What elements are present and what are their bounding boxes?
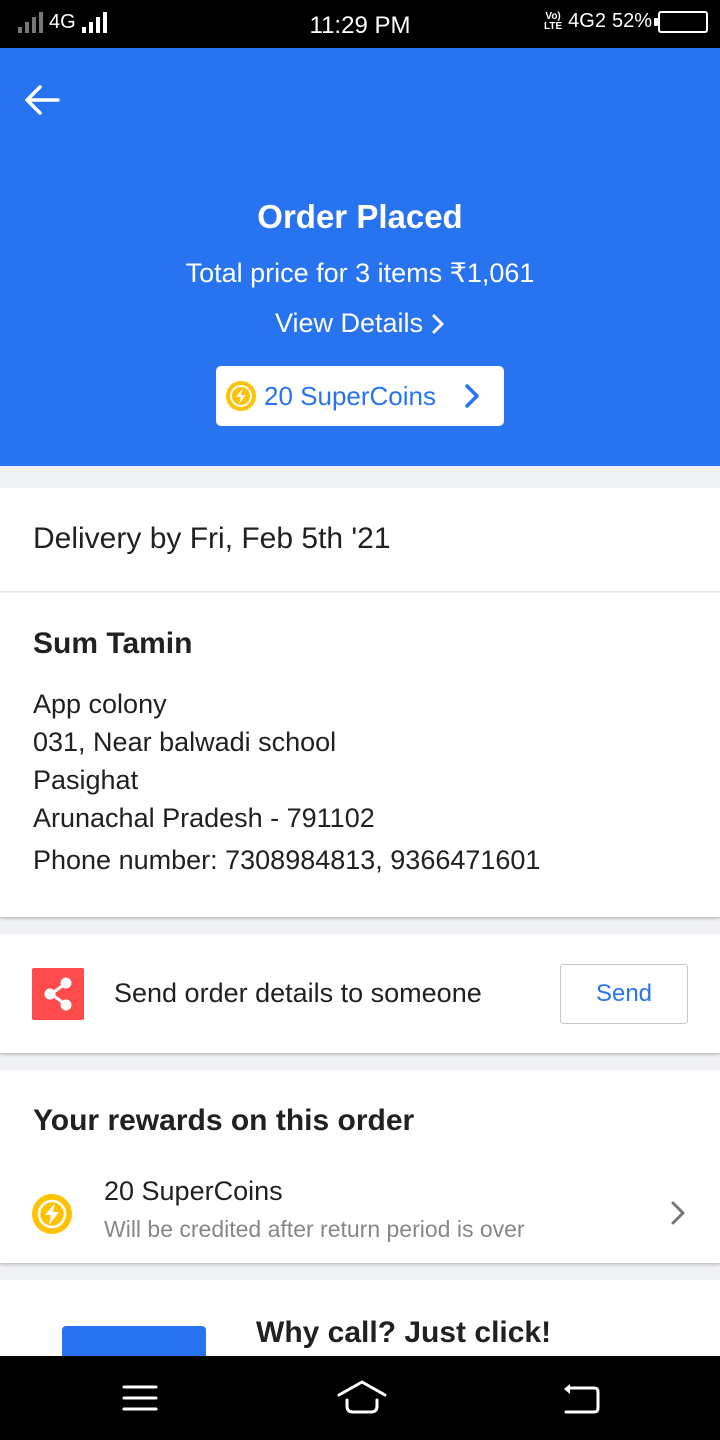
share-icon [32, 968, 84, 1020]
volte-top: Vo) [545, 10, 561, 22]
back-nav-button[interactable] [558, 1378, 602, 1418]
address-line: App colony [33, 689, 167, 719]
recipient-name: Sum Tamin [33, 627, 193, 660]
address-card: Sum Tamin App colony 031, Near balwadi s… [0, 593, 720, 917]
back-button[interactable] [20, 78, 64, 122]
send-button[interactable]: Send [560, 964, 688, 1024]
promo-card: Why call? Just click! [0, 1280, 720, 1356]
status-bar: 4G 11:29 PM Vo) LTE 4G2 52% [0, 0, 720, 48]
supercoin-icon [32, 1194, 72, 1234]
order-summary-hero: Order Placed Total price for 3 items ₹1,… [0, 152, 720, 466]
order-total-text: Total price for 3 items ₹1,061 [185, 258, 535, 288]
view-details-link[interactable]: View Details [0, 308, 720, 339]
rewards-title: Your rewards on this order [33, 1104, 415, 1137]
share-order-card: Send order details to someone Send [0, 934, 720, 1053]
chevron-right-icon [465, 384, 479, 408]
order-status-title: Order Placed [257, 198, 463, 235]
view-details-label: View Details [274, 308, 424, 338]
chevron-right-icon [432, 314, 444, 333]
reward-details-button[interactable] [670, 1200, 686, 1231]
supercoin-icon [226, 381, 256, 411]
arrow-left-icon [25, 85, 60, 115]
rewards-card: Your rewards on this order 20 SuperCoins… [0, 1070, 720, 1263]
delivery-date: Delivery by Fri, Feb 5th '21 [33, 522, 391, 555]
volte-bottom: LTE [544, 20, 563, 32]
address-line: Arunachal Pradesh - 791102 [33, 803, 375, 833]
battery-percent: 52% [611, 10, 652, 32]
chevron-right-icon [671, 1201, 685, 1225]
address-line: 031, Near balwadi school [33, 727, 337, 757]
home-icon [337, 1380, 387, 1414]
battery-empty-region [662, 14, 682, 29]
reward-item-note: Will be credited after return period is … [104, 1216, 525, 1242]
status-right: Vo) LTE 4G2 52% [544, 10, 708, 33]
menu-button[interactable] [118, 1378, 162, 1418]
network-type-right: 4G2 [568, 10, 606, 32]
battery-icon [654, 10, 708, 33]
app-header [0, 48, 720, 152]
delivery-card: Delivery by Fri, Feb 5th '21 [0, 488, 720, 592]
volte-indicator: Vo) LTE [544, 10, 563, 32]
home-button[interactable] [336, 1378, 388, 1418]
system-navigation-bar [0, 1356, 720, 1440]
supercoins-pill-label: 20 SuperCoins [264, 380, 436, 411]
back-nav-icon [564, 1384, 600, 1414]
promo-image [62, 1326, 206, 1356]
menu-icon [122, 1385, 158, 1411]
share-description: Send order details to someone [114, 978, 482, 1008]
promo-title: Why call? Just click! [256, 1316, 552, 1349]
reward-item-name: 20 SuperCoins [104, 1176, 283, 1206]
supercoins-pill-button[interactable]: 20 SuperCoins [216, 366, 504, 426]
address-lines: App colony 031, Near balwadi school Pasi… [33, 685, 375, 837]
address-line: Pasighat [33, 765, 139, 795]
phone-numbers: Phone number: 7308984813, 9366471601 [33, 845, 541, 875]
